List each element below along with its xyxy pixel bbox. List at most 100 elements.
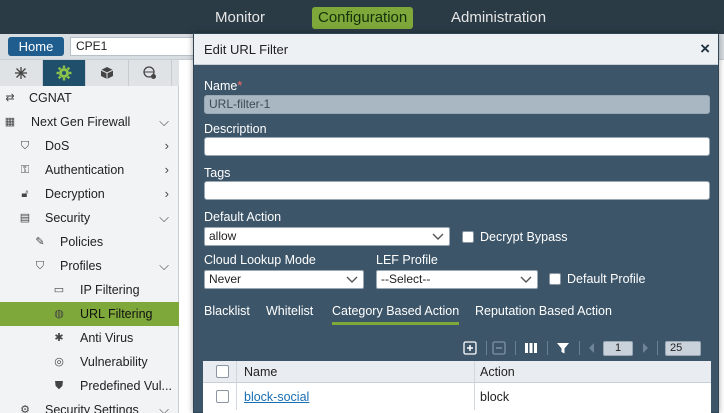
- nav-administration[interactable]: Administration: [445, 7, 552, 29]
- tree-item-security-settings[interactable]: ⚙ Security Settings ⌵: [0, 398, 179, 413]
- toolbar-divider: [486, 341, 487, 355]
- tree-item-ip-filtering[interactable]: ▭ IP Filtering: [0, 278, 179, 302]
- tree-item-predefined-vulnerability[interactable]: ⛊ Predefined Vul...: [0, 374, 179, 398]
- config-tree: ⇄ CGNAT ▦ Next Gen Firewall ⌵ ⛉ DoS › ⚿ …: [0, 86, 179, 413]
- chevron-down-icon[interactable]: ⌵: [159, 398, 169, 413]
- description-field[interactable]: [204, 137, 710, 156]
- next-page-icon[interactable]: [637, 340, 653, 356]
- chevron-right-icon[interactable]: ›: [165, 182, 169, 206]
- default-action-label: Default Action: [204, 210, 282, 224]
- rule-name-link[interactable]: block-social: [244, 390, 309, 404]
- tab-whitelist[interactable]: Whitelist: [266, 304, 313, 318]
- row-checkbox[interactable]: [216, 390, 229, 403]
- default-action-value: allow: [209, 229, 237, 243]
- page-number-input[interactable]: 1: [603, 341, 633, 356]
- cloud-lookup-value: Never: [209, 272, 242, 286]
- network-icon[interactable]: [0, 60, 43, 86]
- tree-item-profiles[interactable]: ⛉ Profiles ⌵: [0, 254, 179, 278]
- column-divider: [236, 361, 237, 410]
- tab-category-based-action[interactable]: Category Based Action: [332, 304, 460, 325]
- ip-filter-icon: ▭: [53, 284, 65, 296]
- dropdown-arrow-icon: [346, 276, 358, 283]
- tree-item-dos[interactable]: ⛉ DoS ›: [0, 134, 179, 158]
- select-all-checkbox[interactable]: [216, 365, 229, 378]
- chevron-right-icon[interactable]: ›: [165, 134, 169, 158]
- sidebar-tabs: [0, 60, 179, 86]
- remove-icon[interactable]: [491, 340, 507, 356]
- dropdown-arrow-icon: [432, 233, 444, 240]
- add-icon[interactable]: [462, 340, 478, 356]
- tags-field[interactable]: [204, 181, 710, 200]
- lef-profile-select[interactable]: --Select--: [376, 270, 538, 289]
- chevron-down-icon[interactable]: ⌵: [159, 110, 169, 134]
- device-field[interactable]: CPE1: [70, 37, 195, 56]
- chevron-right-icon[interactable]: ›: [165, 158, 169, 182]
- rule-tabs: Blacklist Whitelist Category Based Actio…: [194, 298, 718, 328]
- name-label-text: Name: [204, 79, 238, 93]
- home-button[interactable]: Home: [8, 37, 64, 56]
- cloud-lookup-label: Cloud Lookup Mode: [204, 253, 316, 267]
- dialog-header: Edit URL Filter ×: [194, 34, 718, 65]
- toolbar-divider: [515, 341, 516, 355]
- tree-item-policies[interactable]: ✎ Policies: [0, 230, 179, 254]
- name-label: Name*: [204, 79, 242, 93]
- toolbar-divider: [657, 341, 658, 355]
- sidebar: ⇄ CGNAT ▦ Next Gen Firewall ⌵ ⛉ DoS › ⚿ …: [0, 60, 179, 413]
- nav-monitor[interactable]: Monitor: [209, 7, 271, 29]
- description-label: Description: [204, 122, 267, 136]
- rule-action-value: block: [480, 390, 510, 404]
- cloud-lookup-select[interactable]: Never: [204, 270, 364, 289]
- dropdown-arrow-icon: [520, 276, 532, 283]
- column-divider: [474, 361, 475, 410]
- security-grid-icon: ▤: [19, 212, 31, 224]
- name-field[interactable]: URL-filter-1: [204, 95, 710, 114]
- unlock-icon: 🔓︎: [21, 188, 29, 200]
- table-row: block-social block: [203, 384, 711, 410]
- filter-icon[interactable]: [555, 340, 571, 356]
- dialog-title: Edit URL Filter: [204, 42, 289, 57]
- chevron-down-icon[interactable]: ⌵: [159, 206, 169, 230]
- lef-profile-value: --Select--: [381, 272, 431, 286]
- auth-icon: ⚿: [20, 164, 30, 176]
- tree-item-security[interactable]: ▤ Security ⌵: [0, 206, 179, 230]
- decrypt-bypass-label: Decrypt Bypass: [480, 230, 568, 244]
- tree-item-anti-virus[interactable]: ✱ Anti Virus: [0, 326, 179, 350]
- globe-icon: ◍: [54, 308, 64, 320]
- tree-item-vulnerability[interactable]: ◎ Vulnerability: [0, 350, 179, 374]
- settings-gear-icon: ⚙: [20, 404, 30, 413]
- close-icon[interactable]: ×: [700, 39, 710, 59]
- tree-item-next-gen-firewall[interactable]: ▦ Next Gen Firewall ⌵: [0, 110, 179, 134]
- profile-shield-icon: ⛉: [35, 260, 45, 272]
- shield-icon: ⛉: [20, 140, 30, 152]
- page-size-input[interactable]: 25: [665, 341, 701, 356]
- nat-icon: ⇄: [5, 92, 15, 104]
- default-action-select[interactable]: allow: [204, 227, 450, 246]
- policy-icon: ✎: [35, 236, 45, 248]
- chevron-down-icon[interactable]: ⌵: [159, 254, 169, 278]
- column-header-name[interactable]: Name: [244, 365, 277, 379]
- tree-item-authentication[interactable]: ⚿ Authentication ›: [0, 158, 179, 182]
- columns-icon[interactable]: [523, 340, 539, 356]
- default-profile-checkbox[interactable]: [549, 273, 561, 285]
- decrypt-bypass-checkbox[interactable]: [462, 231, 474, 243]
- grid-toolbar: 1 25: [203, 337, 711, 359]
- prev-page-icon[interactable]: [584, 340, 600, 356]
- tree-item-url-filtering[interactable]: ◍ URL Filtering: [0, 302, 179, 326]
- tree-item-decryption[interactable]: 🔓︎ Decryption ›: [0, 182, 179, 206]
- tab-blacklist[interactable]: Blacklist: [204, 304, 250, 318]
- tab-reputation-based-action[interactable]: Reputation Based Action: [475, 304, 612, 318]
- globe-settings-icon[interactable]: [129, 60, 172, 86]
- firewall-icon: ▦: [4, 116, 16, 128]
- tree-item-cgnat[interactable]: ⇄ CGNAT: [0, 86, 179, 110]
- column-header-action[interactable]: Action: [480, 365, 515, 379]
- gear-icon[interactable]: [43, 60, 86, 86]
- lef-profile-label: LEF Profile: [376, 253, 438, 267]
- table-header: Name Action: [203, 361, 711, 383]
- top-navigation-bar: Monitor Configuration Administration: [0, 0, 724, 34]
- nav-configuration[interactable]: Configuration: [312, 7, 414, 29]
- edit-url-filter-dialog: Edit URL Filter × Name* URL-filter-1 Des…: [193, 33, 719, 413]
- cube-icon[interactable]: [86, 60, 129, 86]
- toolbar-divider: [547, 341, 548, 355]
- predefined-shield-icon: ⛊: [54, 380, 64, 392]
- default-profile-label: Default Profile: [567, 272, 646, 286]
